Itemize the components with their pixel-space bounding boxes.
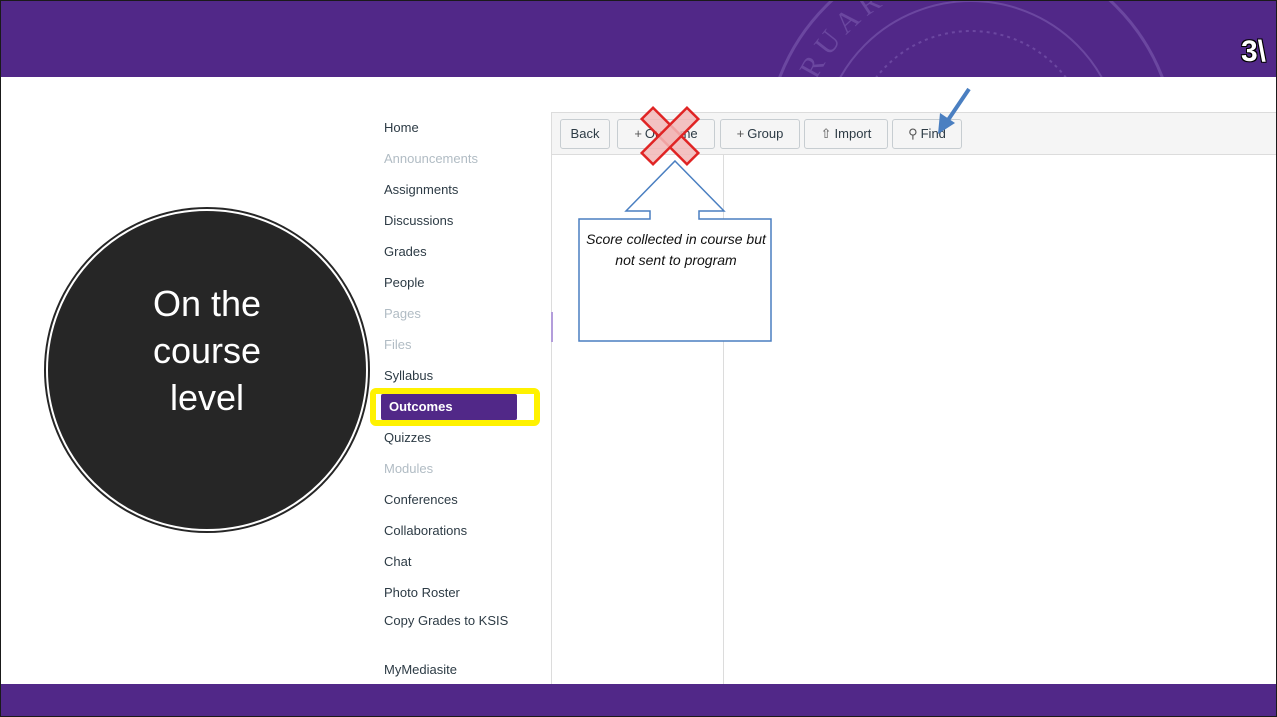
pointer-arrow-icon — [938, 87, 971, 134]
slide: FEBRUARY 16, 18 3\ Kansas State UNIVERSI… — [0, 0, 1277, 717]
